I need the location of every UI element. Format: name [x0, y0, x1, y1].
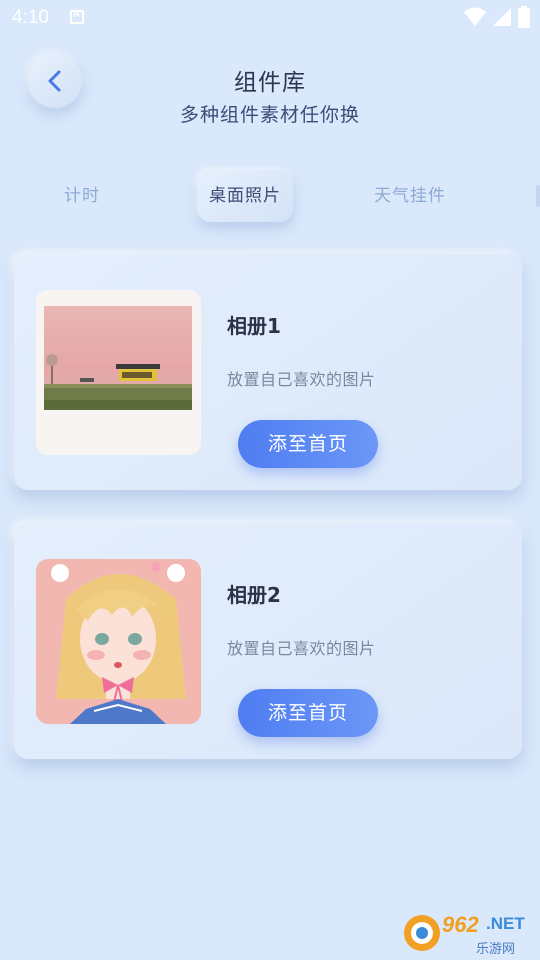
tab-bar: 计时 桌面照片 天气挂件: [0, 170, 540, 225]
album-description-1: 放置自己喜欢的图片: [227, 370, 376, 389]
notification-a-icon: [70, 9, 84, 24]
watermark-logo: 962 .NET 乐游网: [400, 910, 534, 957]
add-to-home-button-1[interactable]: 添至首页: [238, 420, 378, 468]
watermark-suffix: .NET: [486, 914, 525, 933]
battery-icon: [518, 6, 530, 28]
status-bar: 4:10: [0, 0, 540, 36]
album-title-2: 相册2: [227, 583, 281, 607]
tab-weather-widget[interactable]: 天气挂件: [360, 170, 460, 222]
page-subtitle: 多种组件素材任你换: [179, 104, 360, 126]
anime-girl-image: [36, 559, 201, 724]
tab-overflow-edge: [536, 185, 540, 207]
sunset-landscape-image: [36, 290, 201, 455]
album-card-2[interactable]: 相册2 放置自己喜欢的图片 添至首页: [14, 523, 522, 759]
header: 组件库 多种组件素材任你换: [0, 36, 540, 146]
album-title-1: 相册1: [227, 314, 281, 338]
signal-icon: [493, 8, 511, 26]
add-to-home-button-2[interactable]: 添至首页: [238, 689, 378, 737]
watermark-text: 乐游网: [476, 942, 516, 957]
tab-desktop-photo[interactable]: 桌面照片: [197, 170, 293, 222]
tab-timer[interactable]: 计时: [40, 170, 124, 222]
status-icons: [464, 6, 530, 28]
wifi-icon: [464, 7, 486, 26]
album-thumbnail-1: [36, 290, 201, 455]
watermark-number: 962: [442, 912, 479, 937]
album-description-2: 放置自己喜欢的图片: [227, 639, 376, 658]
watermark-emblem-icon: [404, 915, 440, 951]
page-title: 组件库: [234, 70, 306, 96]
album-card-1[interactable]: 相册1 放置自己喜欢的图片 添至首页: [14, 254, 522, 490]
album-thumbnail-2: [36, 559, 201, 724]
status-time: 4:10: [12, 7, 49, 28]
